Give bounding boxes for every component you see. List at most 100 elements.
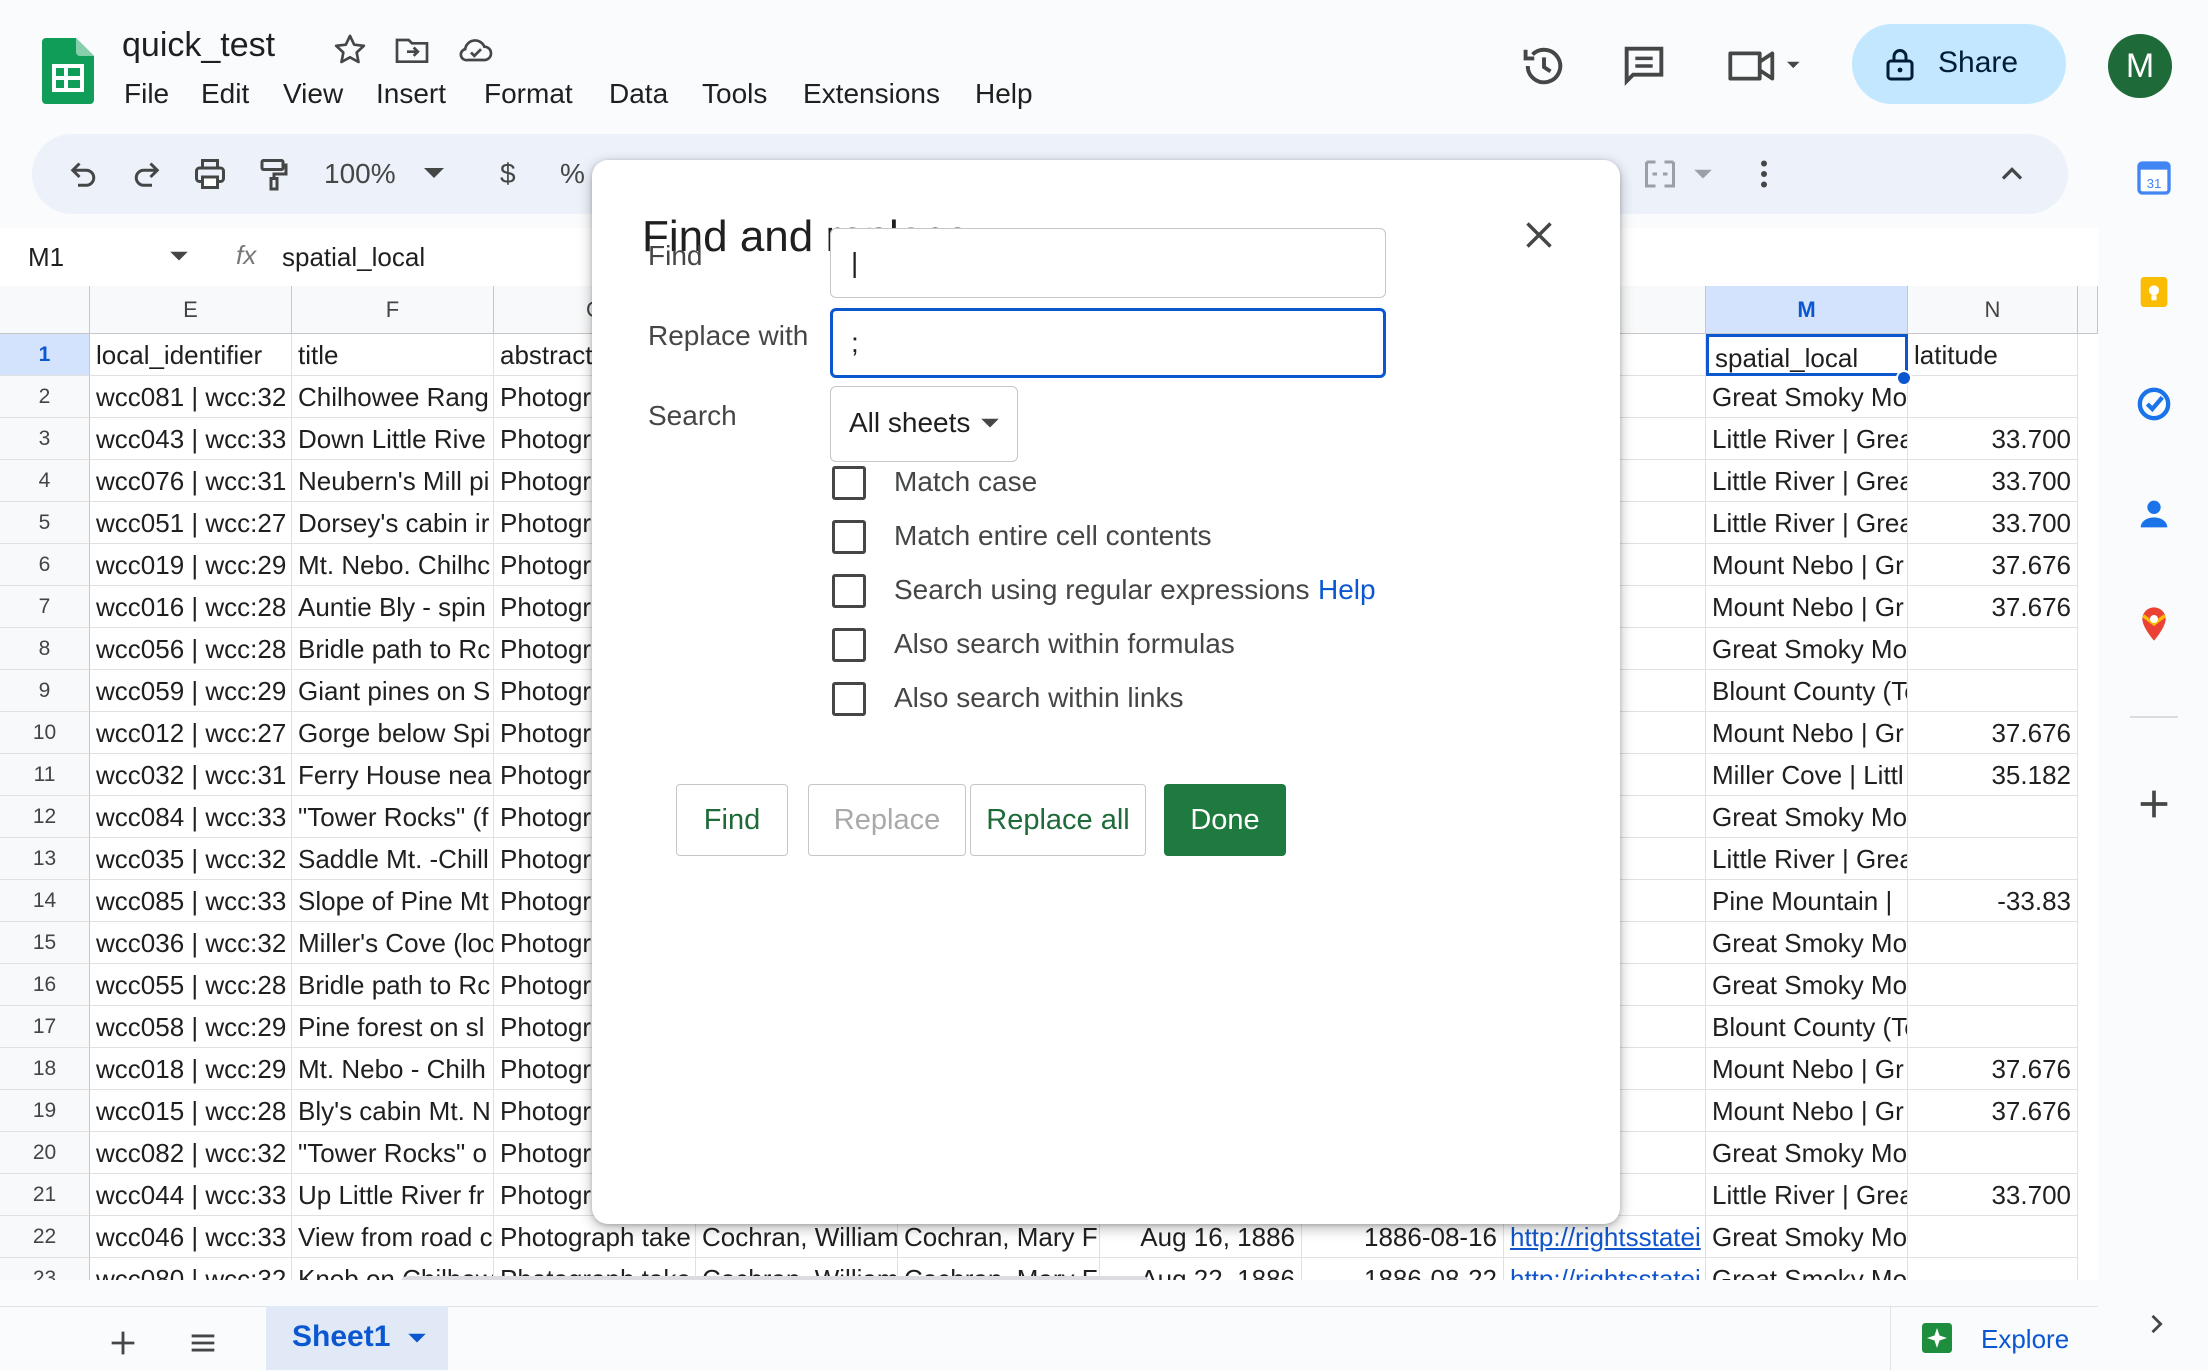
percent-format-button[interactable]: % [560,158,585,190]
cell-f[interactable]: Saddle Mt. -Chill [292,838,494,880]
cell-e[interactable]: wcc043 | wcc:33 [90,418,292,460]
row-header[interactable]: 4 [0,460,90,502]
cell-e[interactable]: wcc016 | wcc:28 [90,586,292,628]
row-header[interactable]: 15 [0,922,90,964]
replace-button[interactable]: Replace [808,784,966,856]
meet-camera-icon[interactable] [1724,40,1808,92]
paint-format-icon[interactable] [256,156,292,192]
menu-extensions[interactable]: Extensions [803,78,940,110]
zoom-select[interactable]: 100% [324,158,396,190]
cell-f[interactable]: Pine forest on sl [292,1006,494,1048]
cell-n[interactable] [1908,1132,2078,1174]
cell-e[interactable]: wcc046 | wcc:33 [90,1216,292,1258]
cell-e[interactable]: wcc032 | wcc:31 [90,754,292,796]
search-links-label[interactable]: Also search within links [894,682,1183,714]
cell-m[interactable]: Great Smoky Mountains (N.C. [1706,1216,1908,1258]
replace-with-input[interactable]: ; [830,308,1386,378]
add-sheet-icon[interactable] [106,1326,140,1360]
cell-e[interactable]: wcc051 | wcc:27 [90,502,292,544]
cell-n[interactable]: 37.676 [1908,544,2078,586]
cell-e[interactable]: local_identifier [90,334,292,376]
row-header[interactable]: 14 [0,880,90,922]
cell-f[interactable]: "Tower Rocks" (f [292,796,494,838]
cell-m[interactable]: Little River | Grea [1706,1174,1908,1216]
cell-n[interactable]: 35.182 [1908,754,2078,796]
cell-m[interactable]: Mount Nebo | Gr [1706,586,1908,628]
cell-n[interactable]: 37.676 [1908,586,2078,628]
document-title[interactable]: quick_test [122,26,275,65]
currency-format-button[interactable]: $ [500,158,516,190]
cell-n[interactable] [1908,1006,2078,1048]
cell-n[interactable]: latitude [1908,334,2078,376]
cell-e[interactable]: wcc056 | wcc:28 [90,628,292,670]
cell-m[interactable]: Great Smoky Mountains (N.C. [1706,628,1908,670]
row-header[interactable]: 17 [0,1006,90,1048]
cell-n[interactable] [1908,922,2078,964]
row-header[interactable]: 22 [0,1216,90,1258]
cell-n[interactable]: 33.700 [1908,1174,2078,1216]
row-header[interactable]: 19 [0,1090,90,1132]
cell-m[interactable]: Little River | Grea [1706,502,1908,544]
cell-n[interactable] [1908,964,2078,1006]
cell-n[interactable]: 37.676 [1908,712,2078,754]
cell-m[interactable]: Great Smoky Mountains (N.C. [1706,964,1908,1006]
cell-k[interactable]: 1886-08-22 [1302,1258,1504,1280]
cell-e[interactable]: wcc055 | wcc:28 [90,964,292,1006]
cell-f[interactable]: Bly's cabin Mt. N [292,1090,494,1132]
cell-m[interactable]: Blount County (Tenn.) | Great S [1706,1006,1908,1048]
cell-e[interactable]: wcc076 | wcc:31 [90,460,292,502]
redo-icon[interactable] [128,156,164,192]
merge-cells-icon[interactable] [1642,156,1678,192]
row-header[interactable]: 9 [0,670,90,712]
cell-n[interactable]: -33.83 [1908,880,2078,922]
cell-n[interactable] [1908,628,2078,670]
get-add-ons-icon[interactable] [2134,784,2174,824]
menu-format[interactable]: Format [484,78,573,110]
cell-e[interactable]: wcc044 | wcc:33 [90,1174,292,1216]
cell-e[interactable]: wcc081 | wcc:32 [90,376,292,418]
explore-button[interactable]: Explore [1890,1306,2099,1370]
row-header[interactable]: 23 [0,1258,90,1280]
menu-tools[interactable]: Tools [702,78,767,110]
search-scope-select[interactable]: All sheets [830,386,1018,462]
cell-m[interactable]: Little River | Grea [1706,418,1908,460]
row-header[interactable]: 3 [0,418,90,460]
merge-options-chevron-icon[interactable] [1694,168,1712,182]
column-header-f[interactable]: F [292,286,494,334]
cell-e[interactable]: wcc015 | wcc:28 [90,1090,292,1132]
vertical-scrollbar[interactable] [2078,286,2098,334]
cell-f[interactable]: Down Little Rive [292,418,494,460]
menu-data[interactable]: Data [609,78,668,110]
row-header[interactable]: 11 [0,754,90,796]
cell-f[interactable]: title [292,334,494,376]
cell-f[interactable]: Dorsey's cabin ir [292,502,494,544]
cell-f[interactable]: Up Little River fr [292,1174,494,1216]
cell-e[interactable]: wcc082 | wcc:32 [90,1132,292,1174]
contacts-icon[interactable] [2134,494,2174,534]
done-button[interactable]: Done [1164,784,1286,856]
row-header[interactable]: 5 [0,502,90,544]
show-side-panel-icon[interactable] [2142,1310,2170,1338]
more-options-icon[interactable] [1746,156,1782,192]
row-header[interactable]: 1 [0,334,90,376]
cell-m[interactable]: Great Smoky Mountains (N.C. [1706,796,1908,838]
cell-m[interactable]: Mount Nebo | Gr [1706,712,1908,754]
cell-f[interactable]: Giant pines on S [292,670,494,712]
column-header-e[interactable]: E [90,286,292,334]
cell-f[interactable]: View from road c [292,1216,494,1258]
regex-help-link[interactable]: Help [1318,574,1376,606]
row-header[interactable]: 7 [0,586,90,628]
menu-help[interactable]: Help [975,78,1033,110]
search-formulas-checkbox[interactable] [832,628,866,662]
cell-e[interactable]: wcc019 | wcc:29 [90,544,292,586]
cell-f[interactable]: Slope of Pine Mt [292,880,494,922]
cell-e[interactable]: wcc059 | wcc:29 [90,670,292,712]
cell-n[interactable] [1908,1216,2078,1258]
column-header-m[interactable]: M [1706,286,1908,334]
cell-e[interactable]: wcc036 | wcc:32 [90,922,292,964]
match-case-label[interactable]: Match case [894,466,1037,498]
cell-f[interactable]: "Tower Rocks" o [292,1132,494,1174]
cell-m[interactable]: spatial_local [1706,334,1908,376]
sheets-logo-icon[interactable] [42,38,94,104]
cell-f[interactable]: Auntie Bly - spin [292,586,494,628]
